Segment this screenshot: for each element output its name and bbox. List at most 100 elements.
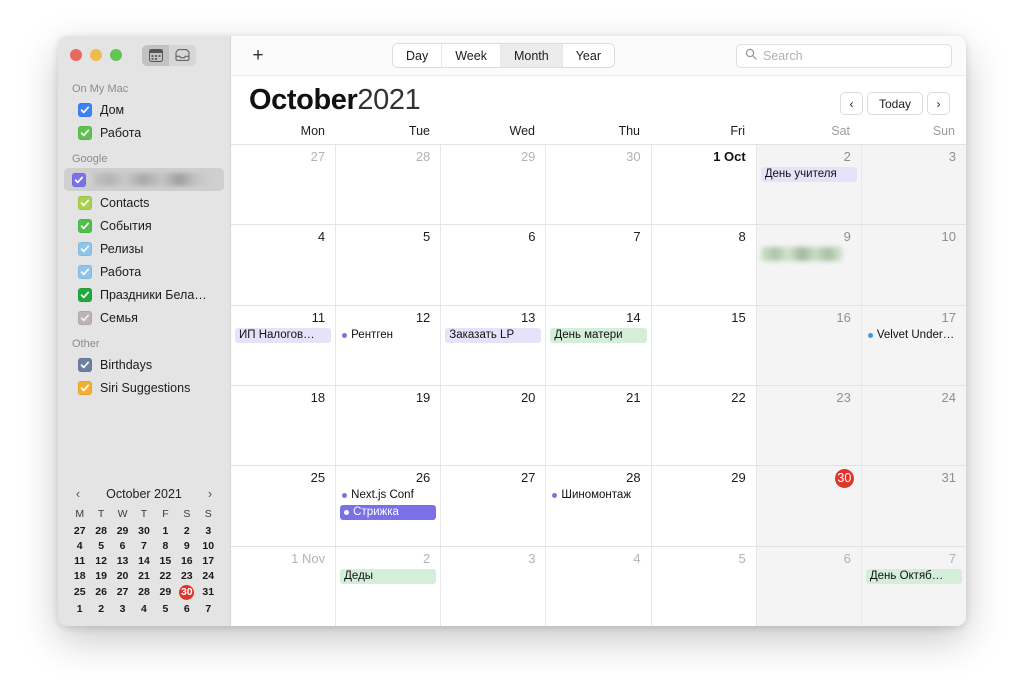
- calendar-day-cell[interactable]: 29: [652, 466, 757, 546]
- calendar-day-cell[interactable]: 7 День Октяб…: [861, 546, 966, 626]
- close-button[interactable]: [70, 49, 82, 61]
- calendar-day-cell[interactable]: 5: [336, 225, 442, 305]
- calendar-event[interactable]: День матери: [550, 327, 647, 343]
- mini-day-cell[interactable]: 9: [176, 538, 197, 553]
- view-button-day[interactable]: Day: [393, 44, 443, 67]
- calendar-day-cell[interactable]: 5: [652, 546, 757, 626]
- checkbox-contacts[interactable]: [78, 195, 92, 210]
- mini-day-cell[interactable]: 23: [176, 568, 197, 583]
- mini-day-cell[interactable]: 20: [112, 568, 133, 583]
- calendar-day-cell[interactable]: 2 Деды: [336, 546, 442, 626]
- sidebar-item-relizy[interactable]: Релизы: [64, 237, 224, 260]
- sidebar-item-rabota-google[interactable]: Работа: [64, 260, 224, 283]
- calendar-day-cell[interactable]: 24: [861, 385, 966, 466]
- calendar-day-cell[interactable]: 14 День матери: [546, 305, 652, 385]
- checkbox-sobytiya[interactable]: [78, 218, 92, 233]
- calendar-day-cell[interactable]: 26 Next.js Conf Стрижка: [336, 466, 442, 546]
- sidebar-item-google-account[interactable]: [64, 168, 224, 191]
- sidebar-item-contacts[interactable]: Contacts: [64, 191, 224, 214]
- calendar-day-cell[interactable]: 25: [231, 466, 337, 546]
- add-event-button[interactable]: +: [245, 45, 271, 67]
- minimize-button[interactable]: [90, 49, 102, 61]
- mini-day-cell[interactable]: 15: [155, 553, 176, 568]
- mini-day-cell[interactable]: 1: [69, 601, 90, 616]
- mini-day-cell[interactable]: 10: [198, 538, 219, 553]
- calendar-day-cell[interactable]: 8: [652, 225, 757, 305]
- calendar-icon[interactable]: [142, 44, 169, 66]
- calendar-day-cell[interactable]: 16: [756, 305, 862, 385]
- checkbox-google-account[interactable]: [72, 172, 86, 187]
- chevron-left-icon[interactable]: ‹: [71, 486, 85, 501]
- calendar-event[interactable]: Стрижка: [340, 505, 437, 521]
- mini-day-cell[interactable]: 2: [176, 523, 197, 538]
- mini-day-cell[interactable]: 28: [133, 583, 154, 601]
- zoom-button[interactable]: [110, 49, 122, 61]
- view-button-year[interactable]: Year: [562, 44, 614, 67]
- inbox-icon[interactable]: [169, 44, 196, 66]
- calendar-event[interactable]: Next.js Conf: [340, 488, 436, 503]
- mini-day-cell[interactable]: 18: [69, 568, 90, 583]
- mini-day-cell[interactable]: 3: [112, 601, 133, 616]
- calendar-day-cell[interactable]: 19: [336, 385, 442, 466]
- calendar-day-cell[interactable]: 22: [652, 385, 757, 466]
- calendar-day-cell[interactable]: 1 Oct: [652, 145, 757, 225]
- calendar-day-cell[interactable]: 11 ИП Налогов…: [231, 305, 337, 385]
- mini-day-cell[interactable]: 19: [90, 568, 111, 583]
- sidebar-item-birthdays[interactable]: Birthdays: [64, 353, 224, 376]
- calendar-event[interactable]: Шиномонтаж: [550, 488, 646, 503]
- calendar-event-redacted[interactable]: [760, 247, 844, 262]
- mini-day-cell[interactable]: 7: [133, 538, 154, 553]
- calendar-day-cell[interactable]: 1 Nov: [231, 546, 337, 626]
- mini-day-cell[interactable]: 13: [112, 553, 133, 568]
- calendar-day-cell[interactable]: 29: [441, 145, 547, 225]
- sidebar-item-dom[interactable]: Дом: [64, 98, 224, 121]
- calendar-event[interactable]: День Октяб…: [865, 568, 962, 584]
- calendar-day-cell[interactable]: 28 Шиномонтаж: [546, 466, 652, 546]
- view-button-month[interactable]: Month: [500, 44, 563, 67]
- calendar-event[interactable]: ИП Налогов…: [235, 327, 332, 343]
- next-month-button[interactable]: ›: [927, 92, 950, 115]
- checkbox-siri-suggestions[interactable]: [78, 380, 92, 395]
- mini-day-cell[interactable]: 1: [155, 523, 176, 538]
- calendar-day-cell[interactable]: 31: [861, 466, 966, 546]
- calendar-day-cell[interactable]: 15: [652, 305, 757, 385]
- search-input[interactable]: Search: [735, 43, 952, 68]
- mini-day-cell[interactable]: 27: [112, 583, 133, 601]
- mini-day-cell[interactable]: 22: [155, 568, 176, 583]
- calendar-day-cell[interactable]: 4: [546, 546, 652, 626]
- checkbox-relizy[interactable]: [78, 241, 92, 256]
- calendar-day-cell[interactable]: 6: [441, 225, 547, 305]
- calendar-day-cell[interactable]: 20: [441, 385, 547, 466]
- previous-month-button[interactable]: ‹: [839, 92, 863, 115]
- calendar-day-cell[interactable]: 17 Velvet Under…: [861, 305, 966, 385]
- mini-day-cell[interactable]: 14: [133, 553, 154, 568]
- sidebar-item-sobytiya[interactable]: События: [64, 214, 224, 237]
- mini-day-cell[interactable]: 17: [198, 553, 219, 568]
- calendar-day-cell[interactable]: 18: [231, 385, 337, 466]
- mini-day-cell[interactable]: 29: [155, 583, 176, 601]
- calendar-day-cell[interactable]: 28: [336, 145, 442, 225]
- checkbox-semya[interactable]: [78, 310, 92, 325]
- calendar-event[interactable]: День учителя: [760, 167, 857, 182]
- calendar-day-cell[interactable]: 23: [756, 385, 862, 466]
- mini-day-cell[interactable]: 16: [176, 553, 197, 568]
- mini-day-cell[interactable]: 3: [198, 523, 219, 538]
- checkbox-rabota-google[interactable]: [78, 264, 92, 279]
- calendar-day-cell[interactable]: 9: [756, 225, 862, 305]
- checkbox-rabota-mac[interactable]: [78, 125, 92, 140]
- mini-day-cell[interactable]: 5: [155, 601, 176, 616]
- mini-day-cell[interactable]: 7: [198, 601, 219, 616]
- sidebar-item-prazdniki[interactable]: Праздники Бела…: [64, 283, 224, 306]
- calendar-day-cell[interactable]: 13 Заказать LP: [441, 305, 547, 385]
- sidebar-item-rabota-mac[interactable]: Работа: [64, 121, 224, 144]
- calendar-event[interactable]: Velvet Under…: [866, 328, 962, 343]
- sidebar-item-siri-suggestions[interactable]: Siri Suggestions: [64, 376, 224, 399]
- mini-day-cell[interactable]: 21: [133, 568, 154, 583]
- calendar-day-cell[interactable]: 10: [861, 225, 966, 305]
- mini-day-cell[interactable]: 4: [69, 538, 90, 553]
- checkbox-birthdays[interactable]: [78, 357, 92, 372]
- calendar-day-cell[interactable]: 7: [546, 225, 652, 305]
- today-button[interactable]: Today: [866, 92, 923, 115]
- calendar-day-cell[interactable]: 2 День учителя: [756, 145, 862, 225]
- calendar-day-cell[interactable]: 30: [756, 466, 862, 546]
